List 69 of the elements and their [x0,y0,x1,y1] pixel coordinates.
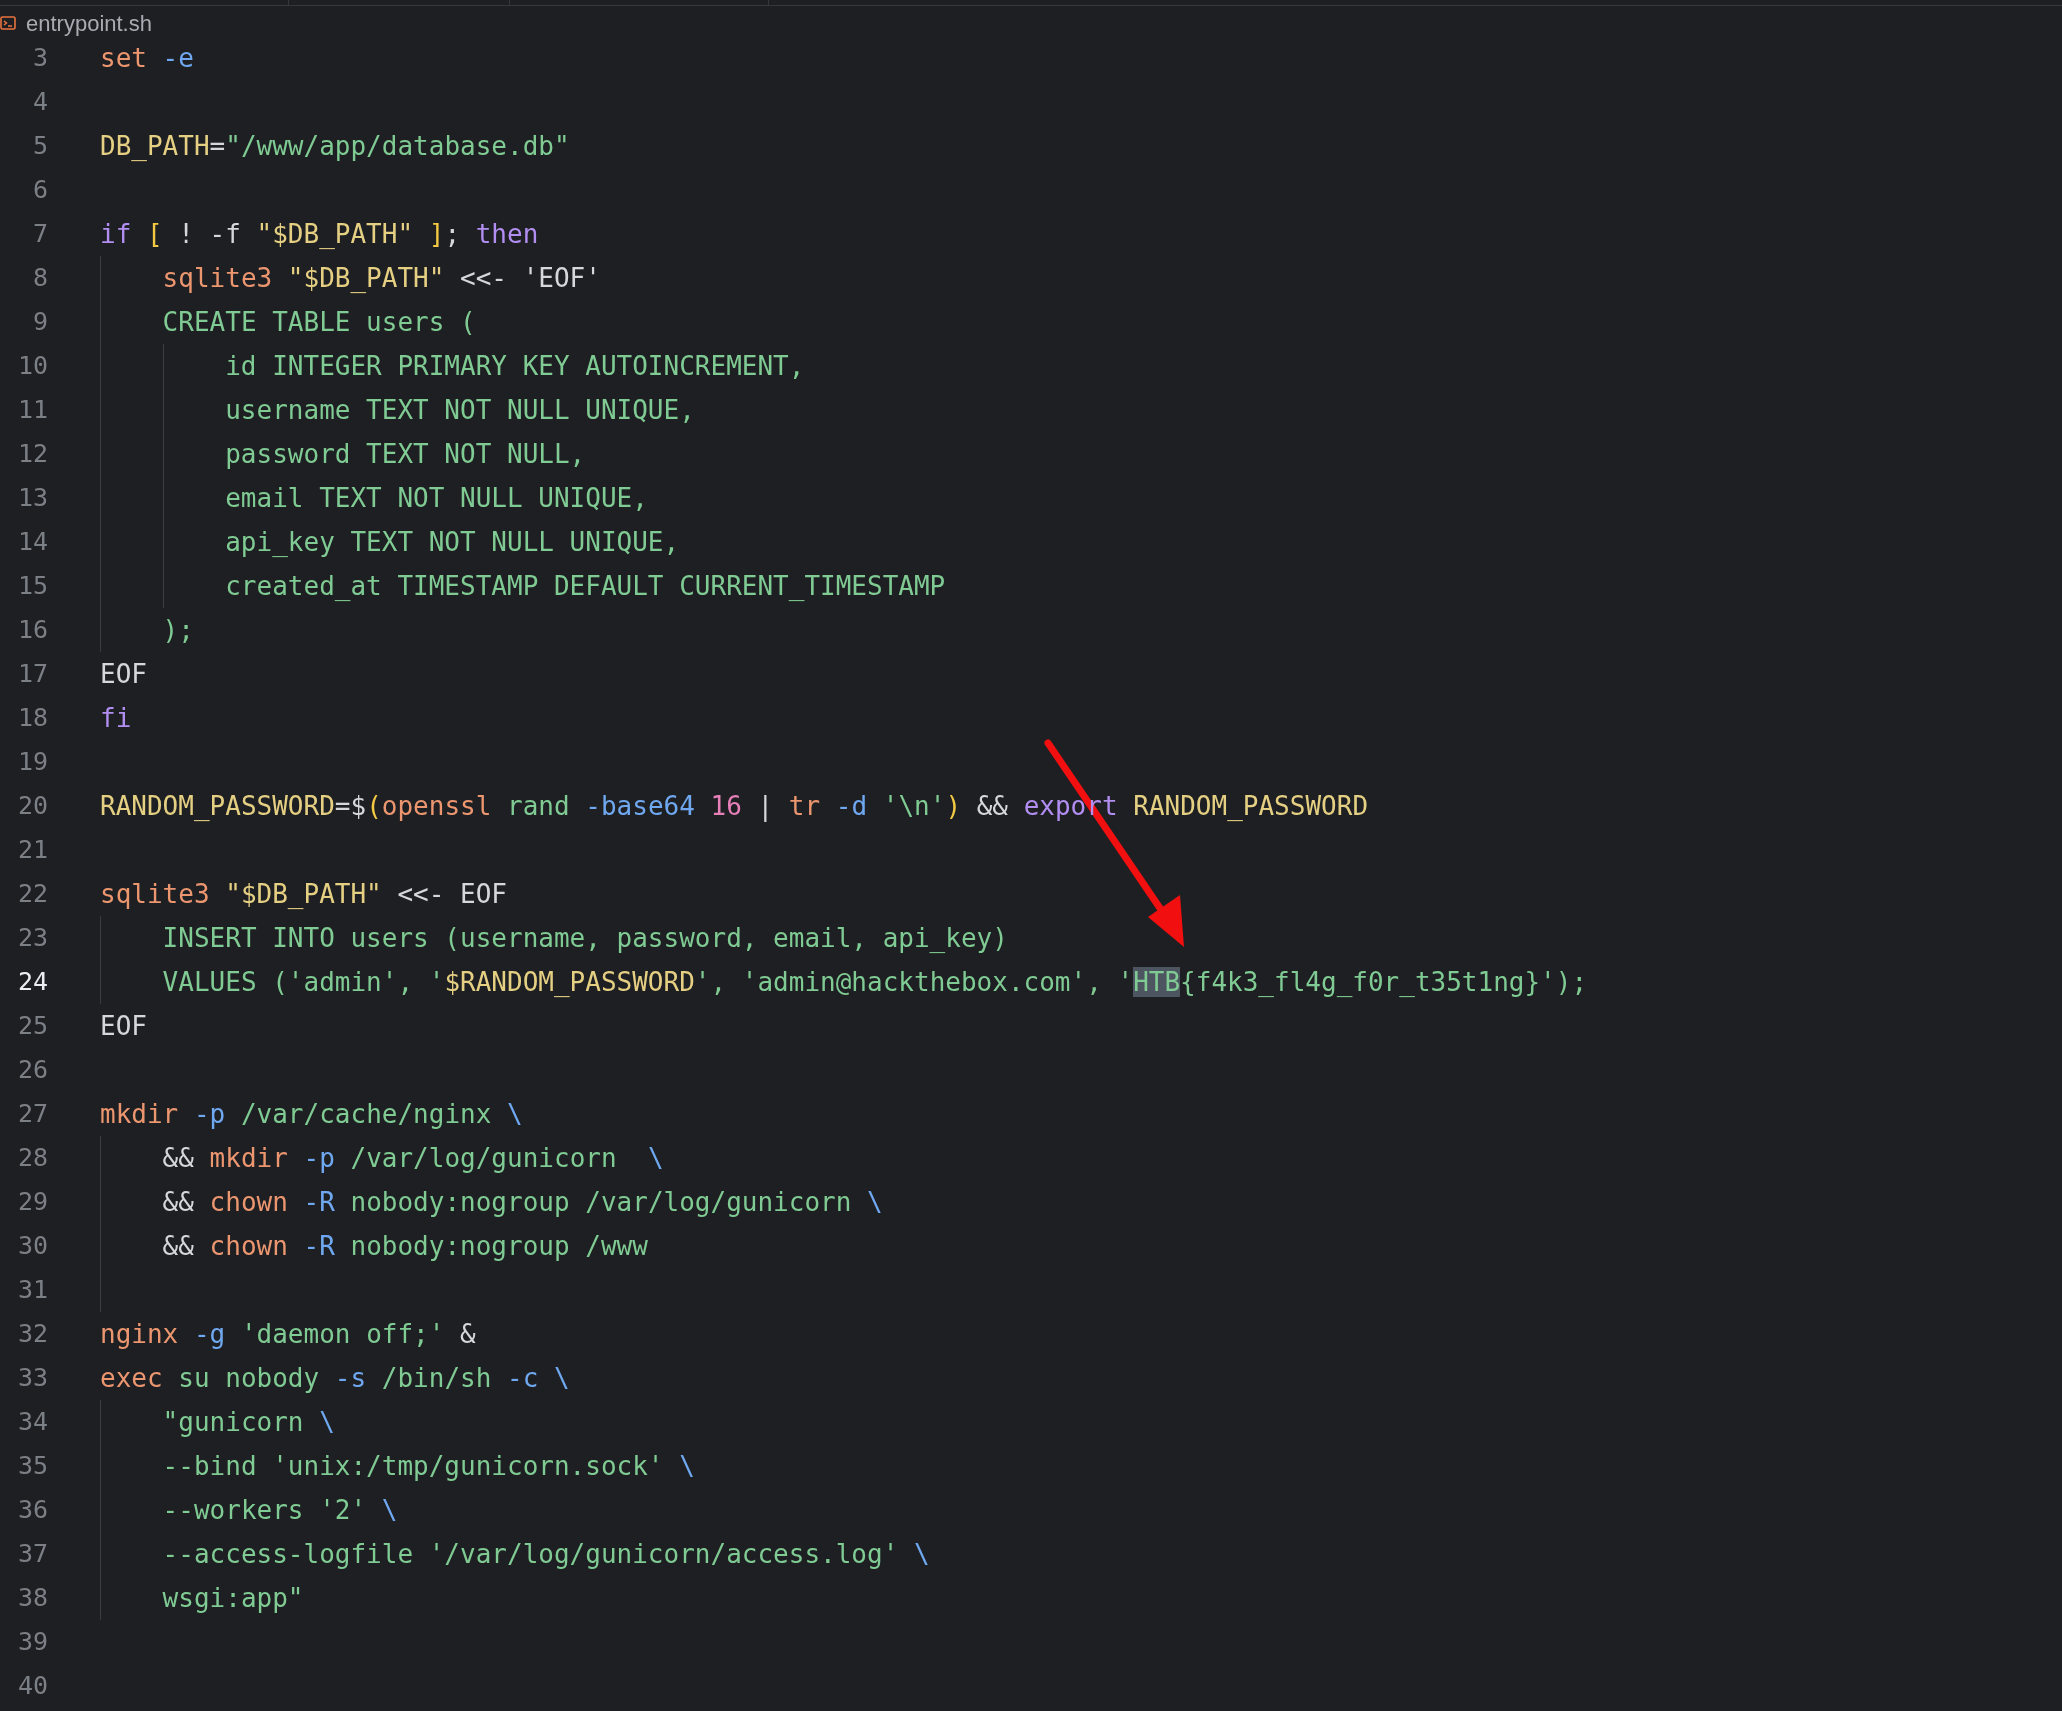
code-line: --workers '2' \ [162,1494,398,1527]
line-number: 12 [16,438,48,470]
line-number: 10 [16,350,48,382]
code-line: set -e [100,42,194,75]
code-line: VALUES ('admin', '$RANDOM_PASSWORD', 'admin@hackthebox.com', 'HTB{f4k3_fl4g_f0r_t35t1ng}'); [162,966,1588,999]
code-line: sqlite3 "$DB_PATH" <<- 'EOF' [162,262,601,295]
code-line: wsgi:app" [162,1582,304,1615]
terminal-icon [0,15,16,31]
code-line: email TEXT NOT NULL UNIQUE, [225,482,648,515]
code-line: id INTEGER PRIMARY KEY AUTOINCREMENT, [225,350,805,383]
line-number: 4 [31,86,48,118]
line-number: 23 [16,922,48,954]
code-line: && chown -R nobody:nogroup /www [162,1230,648,1263]
code-line: CREATE TABLE users ( [162,306,476,339]
line-number: 18 [16,702,48,734]
code-line: api_key TEXT NOT NULL UNIQUE, [225,526,680,559]
code-line: username TEXT NOT NULL UNIQUE, [225,394,695,427]
code-line: --bind 'unix:/tmp/gunicorn.sock' \ [162,1450,695,1483]
line-number: 7 [31,218,48,250]
line-number: 29 [16,1186,48,1218]
code-line: --access-logfile '/var/log/gunicorn/access.log' \ [162,1538,930,1571]
code-line: password TEXT NOT NULL, [225,438,586,471]
line-number: 16 [16,614,48,646]
line-number: 20 [16,790,48,822]
code-line: mkdir -p /var/cache/nginx \ [100,1098,523,1131]
code-line: "gunicorn \ [162,1406,335,1439]
code-line: && chown -R nobody:nogroup /var/log/gunicorn \ [162,1186,883,1219]
code-line: created_at TIMESTAMP DEFAULT CURRENT_TIMESTAMP [225,570,946,603]
code-line: && mkdir -p /var/log/gunicorn \ [162,1142,664,1175]
line-number: 3 [31,42,48,74]
code-line: nginx -g 'daemon off;' & [100,1318,476,1351]
line-number: 13 [16,482,48,514]
code-line: exec su nobody -s /bin/sh -c \ [100,1362,570,1395]
line-number: 21 [16,834,48,866]
line-number: 35 [16,1450,48,1482]
code-line: EOF [100,1010,147,1043]
line-number: 36 [16,1494,48,1526]
line-number: 11 [16,394,48,426]
line-number: 27 [16,1098,48,1130]
code-line: if [ ! -f "$DB_PATH" ]; then [100,218,539,251]
line-number: 9 [31,306,48,338]
code-line: sqlite3 "$DB_PATH" <<- EOF [100,878,507,911]
line-number: 37 [16,1538,48,1570]
line-number: 34 [16,1406,48,1438]
line-number: 17 [16,658,48,690]
code-line: ); [162,614,194,647]
line-number: 5 [31,130,48,162]
line-number: 40 [16,1670,48,1702]
line-number: 15 [16,570,48,602]
line-number: 22 [16,878,48,910]
code-line: fi [100,702,132,735]
line-number: 38 [16,1582,48,1614]
line-number: 31 [16,1274,48,1306]
line-number: 32 [16,1318,48,1350]
line-number: 25 [16,1010,48,1042]
line-number: 33 [16,1362,48,1394]
line-number: 19 [16,746,48,778]
line-number: 30 [16,1230,48,1262]
code-line: INSERT INTO users (username, password, email, api_key) [162,922,1008,955]
line-number: 26 [16,1054,48,1086]
line-number: 39 [16,1626,48,1658]
line-number: 6 [31,174,48,206]
line-number: 8 [31,262,48,294]
code-line: EOF [100,658,147,691]
line-number: 14 [16,526,48,558]
line-number: 24 [16,966,48,998]
code-line: DB_PATH="/www/app/database.db" [100,130,570,163]
file-name[interactable]: entrypoint.sh [26,6,152,40]
line-number: 28 [16,1142,48,1174]
